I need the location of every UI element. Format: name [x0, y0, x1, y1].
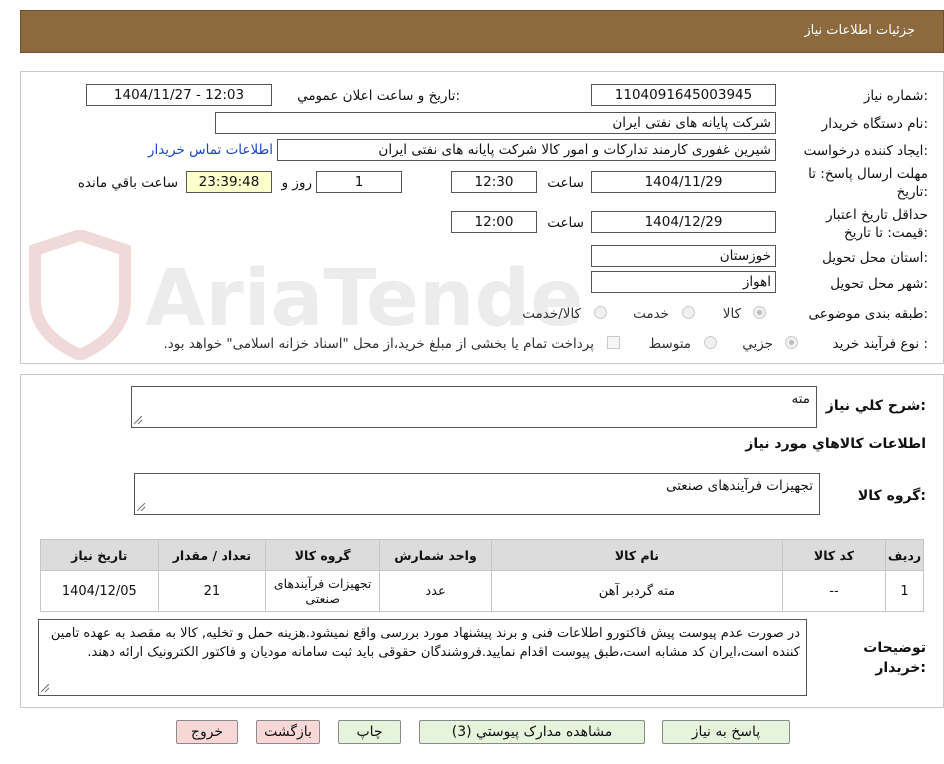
cell-name: مته گردبر آهن [490, 570, 783, 612]
province-field: خوزستان [591, 245, 776, 267]
process-option-minor: جزیي [742, 336, 773, 352]
province-label: استان محل تحویل: [822, 250, 928, 266]
resize-grip-icon[interactable] [41, 684, 49, 692]
col-code: کد کالا [781, 539, 887, 571]
need-number-label: شماره نیاز: [863, 88, 928, 104]
cell-date: 1404/12/05 [40, 570, 159, 612]
validity-time-label: ساعت [547, 215, 584, 231]
days-label: روز و [281, 175, 312, 191]
deadline-label: مهلت ارسال پاسخ: تا تاریخ: [808, 166, 928, 200]
col-qty: تعداد / مقدار [157, 539, 267, 571]
col-unit: واحد شمارش [379, 539, 492, 571]
resize-grip-icon[interactable] [137, 503, 145, 511]
print-button[interactable]: چاپ [338, 720, 401, 744]
remaining-time-field: 23:39:48 [186, 171, 272, 193]
attachments-button[interactable]: مشاهده مدارک پيوستي (3) [419, 720, 645, 744]
validity-date-field: 1404/12/29 [591, 211, 776, 233]
deadline-time-label: ساعت [547, 175, 584, 191]
category-option-goods: کالا [722, 306, 741, 322]
city-label: شهر محل تحویل: [830, 276, 928, 292]
process-radio-medium[interactable] [704, 336, 717, 349]
announce-label: تاریخ و ساعت اعلان عمومي: [297, 88, 460, 104]
summary-label: شرح كلي نياز: [825, 398, 926, 414]
days-field: 1 [316, 171, 402, 193]
buyer-org-label: نام دستگاه خریدار: [821, 116, 928, 132]
col-date: تاريخ نياز [40, 539, 159, 571]
cell-row: 1 [885, 570, 924, 612]
process-option-medium: متوسط [648, 336, 691, 352]
col-group: گروه کالا [265, 539, 381, 571]
treasury-checkbox[interactable] [607, 336, 620, 349]
reply-button[interactable]: پاسخ به نياز [662, 720, 790, 744]
validity-label: حداقل تاریخ اعتبار قیمت: تا تاریخ: [826, 207, 928, 241]
goods-info-title: اطلاعات کالاهاي مورد نياز [745, 436, 926, 452]
goods-table: رديف کد کالا نام کالا واحد شمارش گروه کا… [40, 539, 924, 612]
remaining-time-label: ساعت باقي مانده [77, 175, 178, 191]
category-label: طبقه بندی موضوعی: [808, 306, 928, 322]
goods-group-textarea: تجهیزات فرآیندهای صنعتی [134, 473, 820, 515]
buyer-org-field: شرکت پایانه های نفتی ایران [215, 112, 776, 134]
cell-unit: عدد [379, 570, 492, 612]
validity-time-field: 12:00 [451, 211, 537, 233]
table-header-row: رديف کد کالا نام کالا واحد شمارش گروه کا… [40, 539, 924, 571]
table-row: 1 -- مته گردبر آهن عدد تجهیزات فرآیندهای… [40, 570, 924, 612]
buyer-notes-textarea: در صورت عدم پیوست پیش فاکتورو اطلاعات فن… [38, 619, 807, 696]
deadline-time-field: 12:30 [451, 171, 537, 193]
goods-group-label: گروه کالا: [857, 488, 926, 504]
col-row: رديف [885, 539, 924, 571]
deadline-date-field: 1404/11/29 [591, 171, 776, 193]
category-radio-goods-service[interactable] [594, 306, 607, 319]
requester-label: ایجاد کننده درخواست: [803, 143, 928, 159]
exit-button[interactable]: خروج [176, 720, 238, 744]
process-radio-minor[interactable] [785, 336, 798, 349]
resize-grip-icon[interactable] [134, 416, 142, 424]
back-button[interactable]: بازگشت [256, 720, 320, 744]
cell-qty: 21 [157, 570, 267, 612]
col-name: نام کالا [490, 539, 783, 571]
buyer-contact-link[interactable]: اطلاعات تماس خریدار [148, 142, 273, 158]
cell-group: تجهیزات فرآیندهای صنعتی [265, 570, 381, 612]
city-field: اهواز [591, 271, 776, 293]
announce-field: 1404/11/27 - 12:03 [86, 84, 272, 106]
requester-field: شیرین غفوری کارمند تدارکات و امور کالا ش… [277, 139, 776, 161]
category-radio-service[interactable] [682, 306, 695, 319]
page-header: جزئیات اطلاعات نیاز [20, 10, 944, 53]
category-radio-goods[interactable] [753, 306, 766, 319]
category-option-service: خدمت [633, 306, 669, 322]
category-option-goods-service: کالا/خدمت [522, 306, 581, 322]
need-number-field: 1104091645003945 [591, 84, 776, 106]
page-title: جزئیات اطلاعات نیاز [804, 23, 915, 38]
cell-code: -- [781, 570, 887, 612]
summary-textarea: مته [131, 386, 817, 428]
treasury-note: پرداخت تمام یا بخشی از مبلغ خرید،از محل … [163, 336, 594, 352]
process-label: نوع فرآیند خرید : [832, 336, 928, 352]
buyer-notes-label: توضيحات خريدار: [863, 640, 926, 676]
